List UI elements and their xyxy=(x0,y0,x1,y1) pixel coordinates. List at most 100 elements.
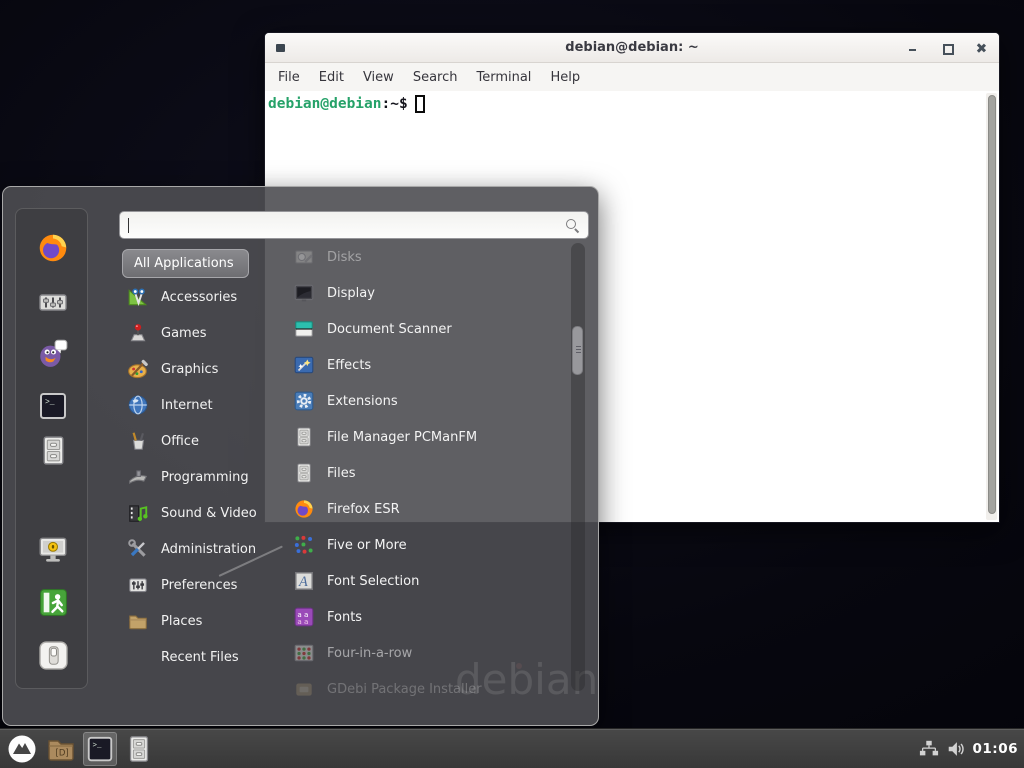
app-display[interactable]: Display xyxy=(283,275,571,311)
category-recent-files[interactable]: Recent Files xyxy=(122,639,280,675)
five-or-more-icon xyxy=(293,534,315,556)
app-label: GDebi Package Installer xyxy=(327,682,482,697)
log-out-icon xyxy=(37,586,70,619)
network-icon[interactable] xyxy=(919,739,939,759)
category-programming[interactable]: Programming xyxy=(122,459,280,495)
accessories-icon xyxy=(127,286,149,308)
app-label: Display xyxy=(327,286,375,301)
category-sound-video[interactable]: Sound & Video xyxy=(122,495,280,531)
app-label: Five or More xyxy=(327,538,407,553)
app-label: Firefox ESR xyxy=(327,502,400,517)
menu-scrollbar-thumb[interactable] xyxy=(572,326,583,375)
file-manager-launcher[interactable]: [D] xyxy=(44,732,78,766)
svg-text:[D]: [D] xyxy=(56,748,69,758)
app-menu-icon xyxy=(6,733,38,765)
app-label: Disks xyxy=(327,250,362,265)
category-preferences[interactable]: Preferences xyxy=(122,567,280,603)
menu-scrollbar[interactable] xyxy=(571,243,585,691)
category-all-applications[interactable]: All Applications xyxy=(122,249,249,278)
menu-file[interactable]: File xyxy=(278,70,300,85)
app-label: Files xyxy=(327,466,356,481)
app-firefox-esr[interactable]: Firefox ESR xyxy=(283,491,571,527)
menu-search[interactable]: Search xyxy=(413,70,458,85)
application-menu: All Applications Accessories Games Graph… xyxy=(2,186,599,726)
volume-icon[interactable] xyxy=(946,739,966,759)
app-fonts[interactable]: a a a a Fonts xyxy=(283,599,571,635)
programming-icon xyxy=(127,466,149,488)
category-label: Accessories xyxy=(161,290,237,305)
app-files[interactable]: Files xyxy=(283,455,571,491)
category-label: Graphics xyxy=(161,362,218,377)
category-label: Games xyxy=(161,326,206,341)
app-document-scanner[interactable]: Document Scanner xyxy=(283,311,571,347)
mixer-icon xyxy=(37,286,69,318)
maximize-icon[interactable] xyxy=(941,42,953,54)
favorite-terminal[interactable] xyxy=(35,388,71,424)
display-icon xyxy=(293,282,315,304)
file-cabinet-icon xyxy=(293,462,315,484)
minimize-icon[interactable] xyxy=(907,42,919,54)
menu-terminal[interactable]: Terminal xyxy=(476,70,531,85)
close-icon[interactable] xyxy=(975,42,987,54)
firefox-icon xyxy=(293,498,315,520)
category-label: Places xyxy=(161,614,202,629)
shutdown-button[interactable] xyxy=(35,637,71,673)
menu-edit[interactable]: Edit xyxy=(319,70,344,85)
category-administration[interactable]: Administration xyxy=(122,531,280,567)
lock-screen-button[interactable] xyxy=(35,532,71,568)
app-gdebi-package-installer[interactable]: GDebi Package Installer xyxy=(283,671,571,699)
category-label: All Applications xyxy=(134,256,234,271)
firefox-icon xyxy=(36,231,70,265)
favorites-column xyxy=(15,208,88,689)
app-label: Fonts xyxy=(327,610,362,625)
clock[interactable]: 01:06 xyxy=(973,741,1018,757)
app-file-manager-pcmanfm[interactable]: File Manager PCManFM xyxy=(283,419,571,455)
app-disks[interactable]: Disks xyxy=(283,239,571,275)
terminal-titlebar[interactable]: debian@debian: ~ xyxy=(265,33,999,63)
app-label: Document Scanner xyxy=(327,322,452,337)
file-cabinet-icon xyxy=(293,426,315,448)
files-launcher[interactable] xyxy=(122,732,156,766)
category-office[interactable]: Office xyxy=(122,423,280,459)
favorite-files[interactable] xyxy=(35,432,71,468)
terminal-icon xyxy=(85,734,115,764)
graphics-icon xyxy=(127,358,149,380)
app-label: File Manager PCManFM xyxy=(327,430,477,445)
app-label: Four-in-a-row xyxy=(327,646,412,661)
terminal-task-button[interactable] xyxy=(83,732,117,766)
places-icon xyxy=(127,610,149,632)
terminal-scrollbar[interactable] xyxy=(986,93,997,520)
lock-screen-icon xyxy=(36,533,70,567)
app-effects[interactable]: Effects xyxy=(283,347,571,383)
app-four-in-a-row[interactable]: Four-in-a-row xyxy=(283,635,571,671)
favorite-firefox[interactable] xyxy=(35,230,71,266)
category-label: Preferences xyxy=(161,578,237,593)
app-menu-button[interactable] xyxy=(5,732,39,766)
terminal-scrollbar-thumb[interactable] xyxy=(988,95,996,514)
category-label: Programming xyxy=(161,470,249,485)
internet-icon xyxy=(127,394,149,416)
effects-icon xyxy=(293,354,315,376)
prompt-user-host: debian@debian xyxy=(268,96,382,112)
document-scanner-icon xyxy=(293,318,315,340)
category-graphics[interactable]: Graphics xyxy=(122,351,280,387)
app-five-or-more[interactable]: Five or More xyxy=(283,527,571,563)
menu-help[interactable]: Help xyxy=(550,70,580,85)
category-accessories[interactable]: Accessories xyxy=(122,279,280,315)
search-icon xyxy=(566,219,579,232)
category-places[interactable]: Places xyxy=(122,603,280,639)
application-list: Disks Display Document Scanner xyxy=(283,237,571,699)
app-label: Extensions xyxy=(327,394,398,409)
font-selection-icon: A xyxy=(293,570,315,592)
app-font-selection[interactable]: A Font Selection xyxy=(283,563,571,599)
app-extensions[interactable]: Extensions xyxy=(283,383,571,419)
search-input[interactable] xyxy=(128,215,558,235)
menu-search-box[interactable] xyxy=(119,211,589,239)
favorite-mixer[interactable] xyxy=(35,284,71,320)
category-internet[interactable]: Internet xyxy=(122,387,280,423)
menu-view[interactable]: View xyxy=(363,70,394,85)
favorite-pidgin[interactable] xyxy=(35,334,71,370)
log-out-button[interactable] xyxy=(35,584,71,620)
category-games[interactable]: Games xyxy=(122,315,280,351)
category-label: Internet xyxy=(161,398,213,413)
